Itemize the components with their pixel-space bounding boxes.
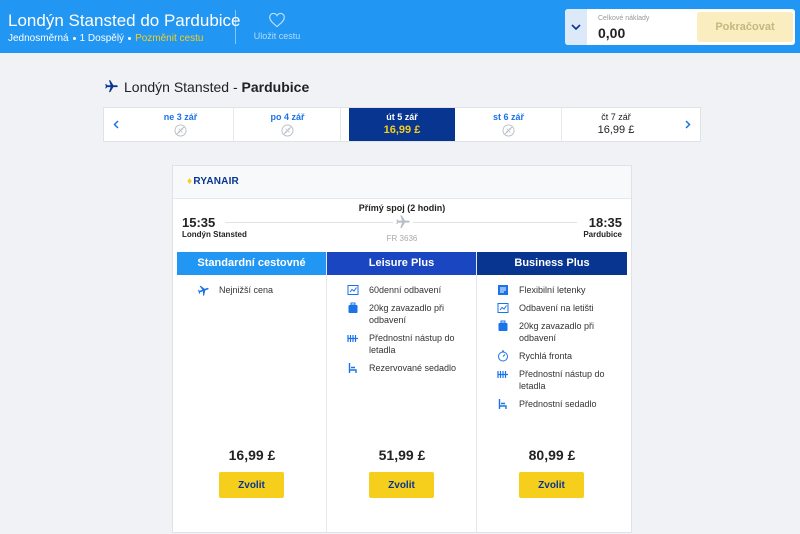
seat-icon: [348, 363, 357, 373]
route-separator: -: [229, 79, 242, 95]
fare-name: Business Plus: [477, 252, 627, 275]
fare-options: Standardní cestovné Nejnižší cena 16,99 …: [177, 252, 627, 532]
fare-standard: Standardní cestovné Nejnižší cena 16,99 …: [177, 252, 327, 532]
passenger-count: 1 Dospělý: [79, 33, 125, 44]
separator-dot: [72, 36, 76, 40]
cost-expand-toggle[interactable]: [565, 9, 587, 45]
route-heading: Londýn Stansted - Pardubice: [104, 79, 309, 95]
date-option-4[interactable]: čt 7 zář 16,99 £: [563, 108, 669, 141]
date-label: ne 3 zář: [163, 112, 198, 122]
flight-type: Přímý spoj (2 hodin): [358, 203, 446, 213]
airline-logo: ♦RYANAIR: [187, 176, 239, 187]
fare-features: Nejnižší cena: [177, 275, 326, 296]
chevron-left-icon: [113, 120, 119, 129]
baggage-icon: [348, 302, 358, 313]
route-origin: Londýn Stansted: [124, 79, 230, 95]
fare-feature: Přednostní nástup do letadla: [347, 332, 468, 356]
date-option-2[interactable]: út 5 zář 16,99 £: [349, 108, 455, 141]
total-cost-value: 0,00: [598, 25, 626, 41]
fare-feature: Přednostní nástup do letadla: [497, 368, 619, 392]
total-cost-panel: Celkové náklady 0,00 Pokračovat: [565, 9, 795, 45]
flight-card: ♦RYANAIR Přímý spoj (2 hodin) 15:35 Lond…: [172, 165, 632, 533]
date-price: 16,99 £: [597, 124, 635, 136]
fare-feature: Flexibilní letenky: [497, 284, 619, 296]
date-label: st 6 zář: [492, 112, 525, 122]
trip-summary: Jednosměrná 1 Dospělý Pozměnit cestu: [8, 33, 203, 44]
fare-price: 16,99 £: [228, 447, 276, 463]
total-cost-label: Celkové náklady: [598, 15, 650, 22]
fare-name: Leisure Plus: [327, 252, 476, 275]
date-label: čt 7 zář: [601, 112, 631, 122]
flight-number: FR 3636: [386, 234, 418, 243]
next-dates-button[interactable]: [676, 108, 700, 141]
airline-bar: ♦RYANAIR: [173, 166, 631, 199]
choose-business-plus-button[interactable]: Zvolit: [519, 472, 584, 498]
route-title: Londýn Stansted do Pardubice: [8, 11, 241, 30]
fare-price: 80,99 £: [528, 447, 576, 463]
choose-leisure-plus-button[interactable]: Zvolit: [369, 472, 434, 498]
date-carousel: ne 3 zář po 4 zář út 5 zář 16,99 £ st 6 …: [103, 107, 701, 142]
chevron-down-icon: [571, 24, 581, 30]
fare-name: Standardní cestovné: [177, 252, 326, 275]
change-trip-link[interactable]: Pozměnit cestu: [135, 33, 203, 44]
previous-dates-button[interactable]: [104, 108, 128, 141]
fare-feature: Přednostní sedadlo: [497, 398, 619, 410]
no-flight-icon: [281, 124, 294, 137]
fare-business-plus: Business Plus Flexibilní letenky Odbaven…: [477, 252, 627, 532]
save-trip-button[interactable]: Uložit cestu: [246, 12, 308, 41]
fare-price: 51,99 £: [378, 447, 426, 463]
choose-standard-button[interactable]: Zvolit: [219, 472, 284, 498]
trip-type: Jednosměrná: [8, 33, 69, 44]
departure-time: 15:35: [182, 215, 216, 230]
priority-boarding-icon: [347, 335, 358, 342]
date-price: 16,99 £: [383, 124, 421, 136]
airline-name: RYANAIR: [193, 176, 239, 187]
fare-feature: 20kg zavazadlo při odbavení: [497, 320, 619, 344]
baggage-icon: [498, 320, 508, 331]
plane-icon: [396, 215, 410, 228]
heart-icon: [269, 12, 285, 28]
date-option-0[interactable]: ne 3 zář: [128, 108, 234, 141]
fare-feature: Nejnižší cena: [197, 284, 318, 296]
date-label: út 5 zář: [386, 112, 418, 122]
fare-feature: Odbavení na letišti: [497, 302, 619, 314]
plane-icon: [105, 80, 118, 93]
fare-feature: Rezervované sedadlo: [347, 362, 468, 374]
save-trip-label: Uložit cestu: [253, 31, 301, 41]
seat-icon: [498, 399, 507, 409]
fare-feature: 20kg zavazadlo při odbavení: [347, 302, 468, 326]
top-header: Londýn Stansted do Pardubice Jednosměrná…: [0, 0, 800, 53]
no-flight-icon: [502, 124, 515, 137]
harp-icon: ♦: [187, 176, 193, 187]
flight-line: [225, 222, 393, 223]
continue-button[interactable]: Pokračovat: [697, 12, 793, 42]
no-flight-icon: [174, 124, 187, 137]
fare-features: 60denní odbavení 20kg zavazadlo při odba…: [327, 275, 476, 374]
date-option-1[interactable]: po 4 zář: [235, 108, 341, 141]
plane-icon: [197, 285, 209, 296]
date-label: po 4 zář: [270, 112, 305, 122]
date-option-3[interactable]: st 6 zář: [456, 108, 562, 141]
separator-dot: [128, 36, 132, 40]
fare-feature: 60denní odbavení: [347, 284, 468, 296]
checkin-icon: [347, 285, 359, 295]
priority-boarding-icon: [497, 371, 508, 378]
chevron-right-icon: [685, 120, 691, 129]
arrival-time: 18:35: [588, 215, 622, 230]
route-destination: Pardubice: [241, 79, 310, 95]
flight-line: [413, 222, 577, 223]
fare-features: Flexibilní letenky Odbavení na letišti 2…: [477, 275, 627, 410]
checkin-icon: [497, 303, 509, 313]
fare-feature: Rychlá fronta: [497, 350, 619, 362]
header-divider: [235, 10, 236, 44]
fast-track-icon: [498, 350, 508, 362]
fare-leisure-plus: Leisure Plus 60denní odbavení 20kg zavaz…: [327, 252, 477, 532]
flexible-ticket-icon: [498, 285, 508, 295]
